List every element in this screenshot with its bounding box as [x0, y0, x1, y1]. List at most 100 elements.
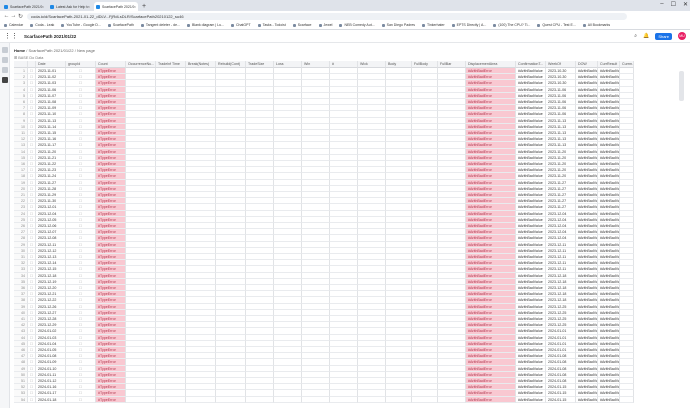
table-cell[interactable]: #ArithBadValue — [576, 396, 598, 403]
table-view-label[interactable]: ⊞ BASE Do Data — [14, 55, 43, 60]
avatar[interactable]: MU — [678, 32, 686, 40]
url-input[interactable]: coda.io/d/ScarfacePath-2021-01-22_dDLV..… — [27, 12, 627, 20]
bookmark-item[interactable]: ChatGPT — [231, 23, 251, 27]
table-cell[interactable]: ☐ — [66, 396, 96, 403]
table-cell[interactable] — [438, 396, 466, 403]
bookmark-item[interactable]: Coda - Leak — [30, 23, 54, 27]
coda-header: ⋮⋮ ScarfacePath 2021/01/22 ⌕ 🔔 Share MU — [0, 30, 690, 43]
bookmark-item[interactable]: All Bookmarks — [582, 23, 610, 27]
column-header[interactable]: ConfirmationT... — [516, 61, 546, 68]
share-button[interactable]: Share — [655, 32, 672, 40]
close-tab-icon[interactable]: × — [42, 4, 44, 9]
column-header[interactable]: OccurrenceNu... — [126, 61, 156, 68]
table-cell[interactable] — [330, 396, 358, 403]
close-tab-icon[interactable]: × — [88, 4, 90, 9]
bell-icon[interactable]: 🔔 — [643, 33, 649, 39]
column-header[interactable]: Win — [302, 61, 330, 68]
column-header[interactable] — [14, 61, 28, 68]
table-cell[interactable] — [274, 396, 302, 403]
table-row[interactable]: 54 ☐ 2024-01-18 ☐ #TypeError #ArithBadError #A… — [14, 396, 684, 403]
column-header[interactable]: Rebuild(Cont) — [216, 61, 246, 68]
tab-title: ScarfacePath 2021/01/22 - Grid — [10, 4, 42, 9]
table-cell[interactable]: 2024-01-18 — [36, 396, 66, 403]
bookmark-item[interactable]: YouTube - Google D... — [61, 23, 101, 27]
tab-title: Latest Ask for Help topics - Co — [56, 4, 88, 9]
doc-title[interactable]: ScarfacePath 2021/01/22 — [24, 34, 76, 39]
table-cell[interactable] — [186, 396, 216, 403]
column-header[interactable] — [28, 61, 36, 68]
new-tab-button[interactable]: + — [142, 2, 146, 11]
table-cell[interactable] — [126, 396, 156, 403]
bookmark-label: Quest CPU - Test E... — [542, 23, 576, 27]
table-cell[interactable] — [358, 396, 386, 403]
vertical-scrollbar[interactable] — [679, 71, 684, 101]
breadcrumb-path[interactable]: / ScarfacePath 2021/01/22 / New page — [26, 48, 95, 53]
doc-menu-icon[interactable]: ⋮⋮ — [4, 32, 18, 40]
bookmark-item[interactable]: Tasks - Todoist — [257, 23, 286, 27]
bookmark-icon — [381, 23, 385, 27]
column-header[interactable]: Currm... — [620, 61, 634, 68]
column-header[interactable]: TradeSize — [246, 61, 274, 68]
bookmark-item[interactable]: NEB Comedy Aut... — [339, 23, 375, 27]
column-header[interactable]: groupId — [66, 61, 96, 68]
sidebar-search-icon[interactable] — [2, 57, 8, 63]
table-cell[interactable] — [386, 396, 412, 403]
column-header[interactable]: CurrResult — [598, 61, 620, 68]
maximize-button[interactable]: ☐ — [671, 1, 676, 8]
sidebar-pages-icon[interactable] — [2, 47, 8, 53]
table-cell[interactable]: #ArithBadValue — [516, 396, 546, 403]
column-header[interactable]: Break(Notes) — [186, 61, 216, 68]
bookmark-item[interactable]: Tinkerhater — [422, 23, 445, 27]
table-cell[interactable]: #ArithBadError — [466, 396, 516, 403]
minimize-button[interactable]: – — [660, 1, 663, 8]
table-cell[interactable]: ☐ — [28, 396, 36, 403]
close-tab-icon[interactable]: × — [134, 4, 136, 9]
close-window-button[interactable]: ✕ — [683, 1, 688, 8]
bookmark-label: Blank diagram | Lu... — [191, 23, 224, 27]
column-header[interactable]: Wick — [358, 61, 386, 68]
bookmark-item[interactable]: Calendar — [4, 23, 23, 27]
bookmark-item[interactable]: EPTS Directly | A... — [451, 23, 486, 27]
bookmark-item[interactable]: Tangent deleter - de... — [140, 23, 180, 27]
table-cell[interactable] — [302, 396, 330, 403]
column-header[interactable]: Tradelnf Time — [156, 61, 186, 68]
breadcrumb-home[interactable]: Home — [14, 48, 25, 53]
reload-icon[interactable]: ↻ — [17, 13, 24, 20]
browser-tab[interactable]: Latest Ask for Help topics - Co× — [48, 2, 92, 11]
bookmark-item[interactable]: (100) The CPU? Ti... — [493, 23, 530, 27]
browser-tab-active[interactable]: ScarfacePath 2021/01/22 > Grid× — [94, 2, 138, 11]
bookmark-label: Jewel — [323, 23, 333, 27]
bookmark-item[interactable]: Jewel — [318, 23, 333, 27]
table-cell[interactable] — [412, 396, 438, 403]
column-header[interactable]: DOW — [576, 61, 598, 68]
table-cell[interactable] — [620, 396, 634, 403]
column-header[interactable]: FullBar — [438, 61, 466, 68]
table-cell[interactable] — [156, 396, 186, 403]
sidebar-active-icon[interactable] — [2, 77, 8, 83]
forward-icon[interactable]: → — [10, 13, 17, 19]
column-header[interactable]: Date — [36, 61, 66, 68]
column-header[interactable]: FullBody — [412, 61, 438, 68]
table-cell[interactable]: #ArithBadValue — [598, 396, 620, 403]
table-cell[interactable]: 2024-01-15 — [546, 396, 576, 403]
back-icon[interactable]: ← — [3, 13, 10, 19]
search-icon[interactable]: ⌕ — [634, 33, 637, 39]
bookmark-item[interactable]: Blank diagram | Lu... — [186, 23, 224, 27]
column-header[interactable]: # — [330, 61, 358, 68]
bookmark-icon — [318, 23, 322, 27]
bookmark-item[interactable]: Quest CPU - Test E... — [537, 23, 576, 27]
column-header[interactable]: Count — [96, 61, 126, 68]
table-cell[interactable] — [216, 396, 246, 403]
column-header[interactable]: Body — [386, 61, 412, 68]
bookmark-item[interactable]: Scarface — [292, 23, 312, 27]
column-header[interactable]: DisplacementArea — [466, 61, 516, 68]
bookmark-label: Coda - Leak — [35, 23, 55, 27]
bookmark-item[interactable]: San Diego Padres — [381, 23, 415, 27]
sidebar-table-icon[interactable] — [2, 67, 8, 73]
browser-tab[interactable]: ScarfacePath 2021/01/22 - Grid× — [2, 2, 46, 11]
bookmark-item[interactable]: ScarfacePath — [107, 23, 134, 27]
table-cell[interactable]: #TypeError — [96, 396, 126, 403]
column-header[interactable]: Loss — [274, 61, 302, 68]
column-header[interactable]: WeekOf — [546, 61, 576, 68]
table-cell[interactable] — [246, 396, 274, 403]
